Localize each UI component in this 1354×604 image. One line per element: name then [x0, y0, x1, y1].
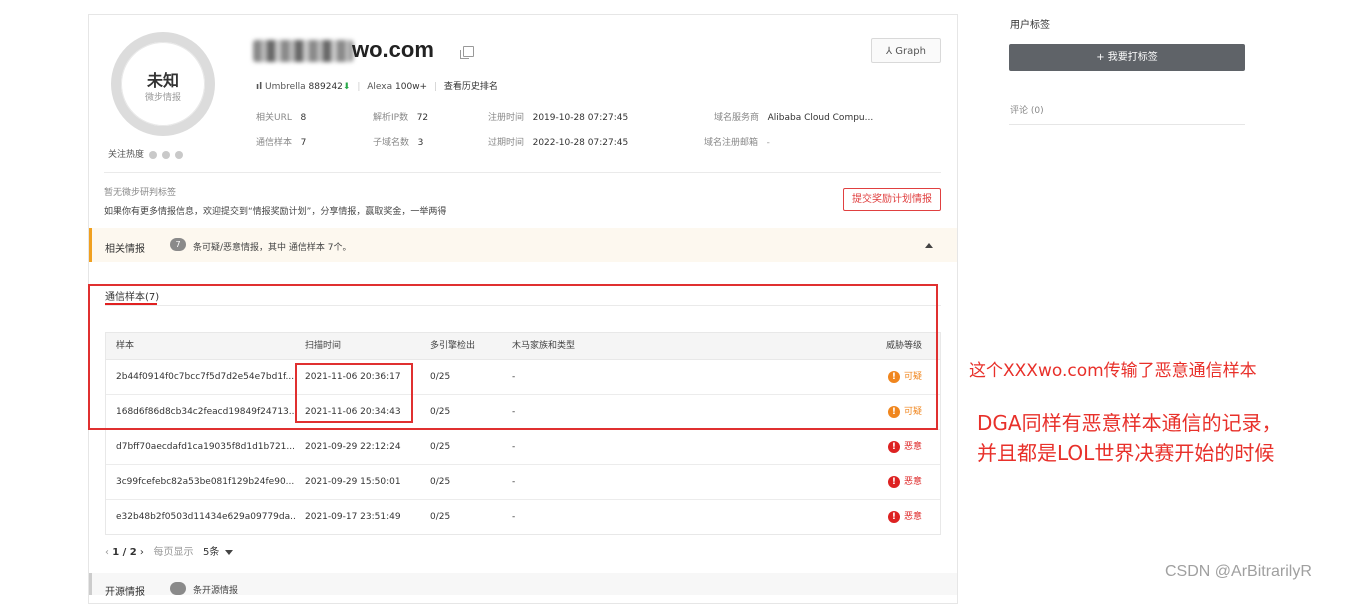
submit-reward-button[interactable]: 提交奖励计划情报	[843, 188, 941, 211]
per-page-value: 5条	[203, 547, 220, 558]
history-rank-link[interactable]: 查看历史排名	[444, 82, 498, 92]
graph-button[interactable]: ⅄ Graph	[871, 38, 941, 63]
user-tags-title: 用户标签	[1010, 20, 1050, 31]
add-tag-button[interactable]: + 我要打标签	[1009, 44, 1245, 71]
detections: 0/25	[430, 477, 451, 487]
bar-chart-icon: ıl	[256, 82, 263, 92]
threat-level: ! 恶意	[887, 430, 922, 464]
chevron-down-icon	[225, 549, 234, 555]
per-page-label: 每页显示	[153, 547, 194, 558]
watermark: CSDN @ArBitrarilyR	[1165, 563, 1312, 580]
risk-label: 未知	[146, 71, 179, 90]
annotation-text-2: DGA同样有恶意样本通信的记录， 并且都是LOL世界决赛开始的时候	[977, 408, 1282, 468]
meta-subdomains: 子域名数 3	[373, 138, 424, 148]
comments-divider	[1009, 124, 1245, 125]
alert-icon: !	[887, 441, 900, 453]
related-intel-title: 相关情报	[105, 244, 145, 255]
meta-registrar: 域名服务商 Alibaba Cloud Compu...	[714, 113, 874, 123]
per-page-select[interactable]: 5条	[203, 547, 234, 558]
risk-source: 微步情报	[144, 93, 181, 103]
sample-hash-link[interactable]: e32b48b2f0503d11434e629a09779da...	[116, 500, 296, 534]
open-source-intel-desc: 条开源情报	[193, 586, 239, 596]
heat-dot-icon	[162, 150, 171, 159]
meta-expire-time: 过期时间 2022-10-28 07:27:45	[488, 138, 629, 148]
related-intel-desc: 条可疑/恶意情报，其中 通信样本 7个。	[193, 243, 352, 253]
copy-icon[interactable]	[460, 46, 474, 59]
heat-dot-icon	[149, 150, 158, 159]
table-row[interactable]: e32b48b2f0503d11434e629a09779da... 2021-…	[106, 500, 940, 534]
umbrella-label: Umbrella	[265, 82, 306, 92]
umbrella-value: 889242	[308, 82, 343, 92]
meta-comm-samples: 通信样本 7	[256, 138, 307, 148]
no-tag-note: 暂无微步研判标签	[104, 188, 177, 198]
annotation-text-2-line1: DGA同样有恶意样本通信的记录，	[977, 411, 1282, 435]
table-row[interactable]: 3c99fcefebc82a53be081f129b24fe90... 2021…	[106, 465, 940, 500]
family: -	[512, 512, 516, 522]
comments-title[interactable]: 评论 (0)	[1010, 103, 1044, 116]
meta-reg-time: 注册时间 2019-10-28 07:27:45	[488, 113, 629, 123]
sample-hash-link[interactable]: 3c99fcefebc82a53be081f129b24fe90...	[116, 465, 296, 499]
page-indicator: 1 / 2	[112, 547, 137, 558]
reward-note: 如果你有更多情报信息，欢迎提交到“情报奖励计划”，分享情报，赢取奖金，一举两得	[104, 207, 447, 217]
alexa-value: 100w+	[395, 82, 428, 92]
sample-hash-link[interactable]: d7bff70aecdafd1ca19035f8d1d1b721...	[116, 430, 296, 464]
annotation-box-times	[295, 363, 413, 423]
table-row[interactable]: d7bff70aecdafd1ca19035f8d1d1b721... 2021…	[106, 430, 940, 465]
open-source-intel-title: 开源情报	[105, 587, 145, 598]
threat-level: ! 恶意	[887, 500, 922, 534]
graph-button-label: Graph	[895, 46, 926, 57]
detections: 0/25	[430, 512, 451, 522]
arrow-down-icon: ⬇	[342, 82, 351, 92]
annotation-box-samples	[88, 284, 938, 430]
scan-time: 2021-09-29 15:50:01	[305, 477, 401, 487]
family: -	[512, 477, 516, 487]
detections: 0/25	[430, 442, 451, 452]
meta-reg-email: 域名注册邮箱 -	[704, 138, 770, 148]
heat-dot-icon	[175, 150, 184, 159]
prev-page-icon[interactable]: ‹	[105, 547, 109, 558]
rank-row: ıl Umbrella 889242⬇ | Alexa 100w+ | 查看历史…	[256, 82, 498, 92]
scan-time: 2021-09-17 23:51:49	[305, 512, 401, 522]
heat-label: 关注热度	[108, 150, 145, 160]
related-count-badge: 7	[170, 238, 186, 251]
meta-related-url: 相关URL 8	[256, 113, 307, 123]
redacted-domain-prefix	[253, 40, 353, 62]
family: -	[512, 442, 516, 452]
threat-level: ! 恶意	[887, 465, 922, 499]
heat-indicator: 关注热度	[108, 147, 184, 160]
pagination: ‹ 1 / 2 › 每页显示 5条	[105, 543, 234, 558]
alert-icon: !	[887, 511, 900, 523]
graph-icon: ⅄	[886, 46, 893, 57]
annotation-text-1: 这个XXXwo.com传输了恶意通信样本	[969, 361, 1257, 381]
annotation-text-2-line2: 并且都是LOL世界决赛开始的时候	[977, 441, 1275, 465]
divider	[104, 172, 941, 173]
alert-icon: !	[887, 476, 900, 488]
scan-time: 2021-09-29 22:12:24	[305, 442, 401, 452]
meta-resolved-ip: 解析IP数 72	[373, 113, 429, 123]
alexa-label: Alexa	[367, 82, 393, 92]
collapse-icon[interactable]	[925, 243, 933, 248]
open-source-count-badge	[170, 582, 186, 595]
domain-title: wo.com	[352, 37, 434, 62]
next-page-icon[interactable]: ›	[140, 547, 144, 558]
